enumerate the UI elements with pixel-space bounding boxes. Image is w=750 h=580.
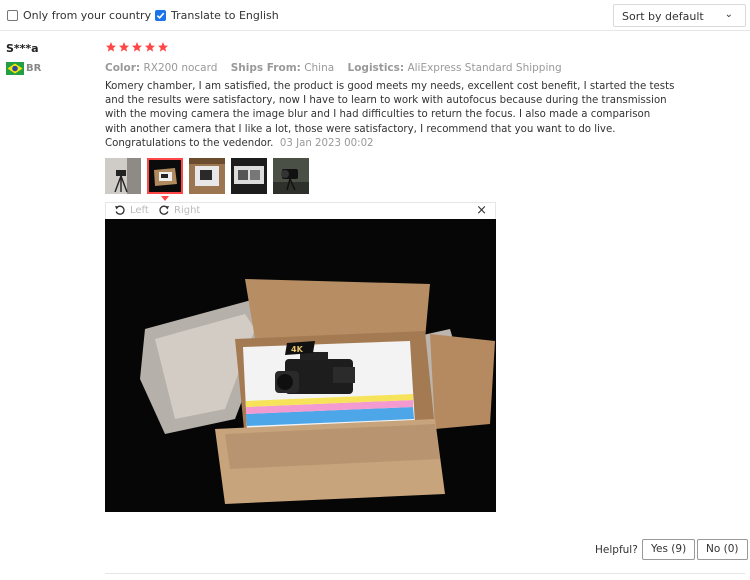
rotate-right-button[interactable]: Right [158, 204, 200, 216]
helpful-label: Helpful? [595, 544, 638, 556]
ships-from-label: Ships From: [230, 62, 301, 74]
ships-from-value: China [304, 62, 335, 74]
logistics-value: AliExpress Standard Shipping [407, 62, 562, 74]
review-body: Komery chamber, I am satisfied, the prod… [105, 81, 675, 149]
chevron-down-icon: ⌄ [724, 9, 733, 20]
rotate-left-button[interactable]: Left [114, 204, 149, 216]
logistics-label: Logistics: [347, 62, 405, 74]
sort-value: Sort by default [622, 10, 704, 23]
rotate-left-label: Left [130, 204, 149, 216]
checkbox-unchecked-icon[interactable] [7, 10, 18, 21]
review-date: 03 Jan 2023 00:02 [279, 137, 374, 149]
review-text: Komery chamber, I am satisfied, the prod… [105, 80, 675, 151]
rotate-right-label: Right [174, 204, 201, 216]
active-thumbnail-indicator [161, 196, 169, 201]
brazil-flag-icon [6, 62, 24, 75]
color-label: Color: [105, 62, 141, 74]
close-icon[interactable]: × [476, 203, 487, 218]
divider [105, 573, 745, 574]
order-info: Color: RX200 nocard Ships From: China Lo… [105, 62, 562, 74]
star-rating [105, 41, 169, 53]
star-icon [132, 42, 142, 52]
box-badge-text: 4K [291, 345, 304, 354]
photo-thumbnail[interactable] [273, 158, 309, 194]
image-viewer-toolbar: Left Right × [105, 202, 496, 219]
photo-thumbnail[interactable] [189, 158, 225, 194]
photo-thumbnails [105, 158, 309, 194]
photo-thumbnail-active[interactable] [147, 158, 183, 194]
photo-thumbnail[interactable] [231, 158, 267, 194]
country-code: BR [26, 63, 42, 74]
translate-checkbox[interactable]: Translate to English [155, 9, 279, 22]
rotate-right-icon [159, 205, 169, 215]
helpful-yes-button[interactable]: Yes (9) [642, 539, 696, 560]
filter-bar: Only from your country Translate to Engl… [0, 0, 750, 31]
star-icon [106, 42, 116, 52]
only-country-checkbox[interactable]: Only from your country [7, 9, 151, 22]
color-value: RX200 nocard [143, 62, 218, 74]
star-icon [158, 42, 168, 52]
photo-thumbnail[interactable] [105, 158, 141, 194]
sort-select[interactable]: Sort by default ⌄ [613, 4, 746, 27]
star-icon [119, 42, 129, 52]
checkbox-checked-icon[interactable] [155, 10, 166, 21]
only-country-label: Only from your country [23, 9, 152, 22]
helpful-no-button[interactable]: No (0) [697, 539, 748, 560]
product-box-photo: 4K [105, 219, 496, 512]
star-icon [145, 42, 155, 52]
rotate-left-icon [115, 205, 125, 215]
reviewer-name: S***a [6, 42, 39, 55]
review-photo-large: 4K [105, 219, 496, 512]
translate-label: Translate to English [171, 9, 279, 22]
reviewer-country: BR [6, 62, 41, 75]
